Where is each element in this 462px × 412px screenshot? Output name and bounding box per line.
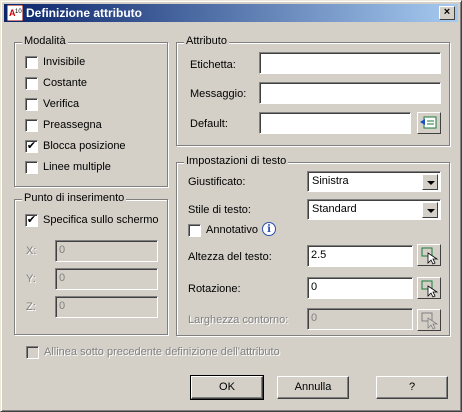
style-select[interactable]: Standard bbox=[307, 199, 441, 220]
prompt-input[interactable] bbox=[259, 82, 441, 104]
pick-point-icon bbox=[421, 247, 439, 265]
justify-value: Sinistra bbox=[312, 175, 349, 187]
insert-point-legend: Punto di inserimento bbox=[22, 192, 127, 204]
checkbox-box[interactable] bbox=[25, 98, 38, 111]
cancel-button[interactable]: Annulla bbox=[277, 376, 349, 399]
checkbox-label: Invisibile bbox=[43, 56, 86, 68]
height-input[interactable]: 2.5 bbox=[307, 245, 413, 267]
checkbox-box[interactable] bbox=[188, 224, 201, 237]
default-input[interactable] bbox=[259, 112, 411, 134]
rotation-label: Rotazione: bbox=[188, 283, 241, 295]
tag-input[interactable] bbox=[259, 52, 441, 74]
insert-field-button[interactable] bbox=[417, 112, 441, 134]
checkbox-box-checked[interactable]: ✔ bbox=[25, 140, 38, 153]
prompt-label: Messaggio: bbox=[190, 88, 247, 100]
style-label: Stile di testo: bbox=[188, 204, 251, 216]
x-label: X: bbox=[26, 245, 37, 257]
pick-point-icon bbox=[421, 312, 439, 330]
attribute-definition-dialog: A 10 Definizione attributo × Modalità In… bbox=[0, 0, 462, 412]
modalita-group: Modalità Invisibile Costante Verifica Pr… bbox=[14, 35, 168, 187]
checkbox-label: Specifica sullo schermo bbox=[43, 214, 159, 226]
checkbox-box-checked[interactable]: ✔ bbox=[25, 214, 38, 227]
checkbox-box[interactable] bbox=[26, 346, 39, 359]
checkbox-label: Annotativo bbox=[206, 224, 258, 236]
checkbox-label: Linee multiple bbox=[43, 161, 111, 173]
ok-button[interactable]: OK bbox=[190, 375, 264, 400]
checkbox-label: Allinea sotto precedente definizione del… bbox=[44, 346, 280, 358]
checkbox-box[interactable] bbox=[25, 119, 38, 132]
rotation-pick-button[interactable] bbox=[417, 277, 441, 299]
z-field[interactable]: 0 bbox=[55, 296, 158, 318]
justify-label: Giustificato: bbox=[188, 176, 246, 188]
tag-label: Etichetta: bbox=[190, 59, 236, 71]
checkbox-box[interactable] bbox=[25, 56, 38, 69]
y-label: Y: bbox=[26, 273, 36, 285]
checkbox-label: Costante bbox=[43, 77, 88, 89]
boundary-pick-button[interactable] bbox=[417, 309, 441, 331]
checkbox-label: Blocca posizione bbox=[43, 140, 126, 152]
insert-field-icon bbox=[420, 116, 437, 129]
justify-select[interactable]: Sinistra bbox=[307, 171, 441, 192]
height-pick-button[interactable] bbox=[417, 244, 441, 266]
window-title: Definizione attributo bbox=[26, 6, 142, 20]
text-settings-group: Impostazioni di testo Giustificato: Sini… bbox=[176, 155, 450, 336]
default-label: Default: bbox=[190, 118, 228, 130]
info-icon[interactable]: i bbox=[262, 222, 276, 236]
attribute-group: Attributo Etichetta: Messaggio: Default: bbox=[176, 35, 450, 146]
checkbox-label: Preassegna bbox=[43, 119, 102, 131]
checkbox-box[interactable] bbox=[25, 161, 38, 174]
style-value: Standard bbox=[312, 203, 357, 215]
z-label: Z: bbox=[26, 301, 36, 313]
svg-text:10: 10 bbox=[15, 9, 22, 15]
close-icon: × bbox=[443, 6, 451, 18]
modalita-legend: Modalità bbox=[22, 35, 68, 47]
x-field[interactable]: 0 bbox=[55, 240, 158, 262]
insert-point-group: Punto di inserimento ✔ Specifica sullo s… bbox=[14, 192, 168, 335]
title-bar[interactable]: A 10 Definizione attributo × bbox=[4, 4, 458, 22]
attribute-legend: Attributo bbox=[184, 35, 229, 47]
checkbox-box[interactable] bbox=[25, 77, 38, 90]
checkbox-label: Verifica bbox=[43, 98, 80, 110]
close-button[interactable]: × bbox=[439, 6, 455, 20]
boundary-width-label: Larghezza contorno: bbox=[188, 314, 289, 326]
y-field[interactable]: 0 bbox=[55, 268, 158, 290]
height-label: Altezza del testo: bbox=[188, 251, 272, 263]
pick-point-icon bbox=[421, 280, 439, 298]
chevron-down-icon[interactable] bbox=[422, 174, 438, 190]
autocad-app-icon: A 10 bbox=[7, 5, 23, 21]
text-settings-legend: Impostazioni di testo bbox=[184, 155, 289, 167]
rotation-input[interactable]: 0 bbox=[307, 277, 413, 299]
help-button[interactable]: ? bbox=[376, 376, 448, 399]
boundary-width-input[interactable]: 0 bbox=[307, 308, 413, 330]
chevron-down-icon[interactable] bbox=[422, 202, 438, 218]
